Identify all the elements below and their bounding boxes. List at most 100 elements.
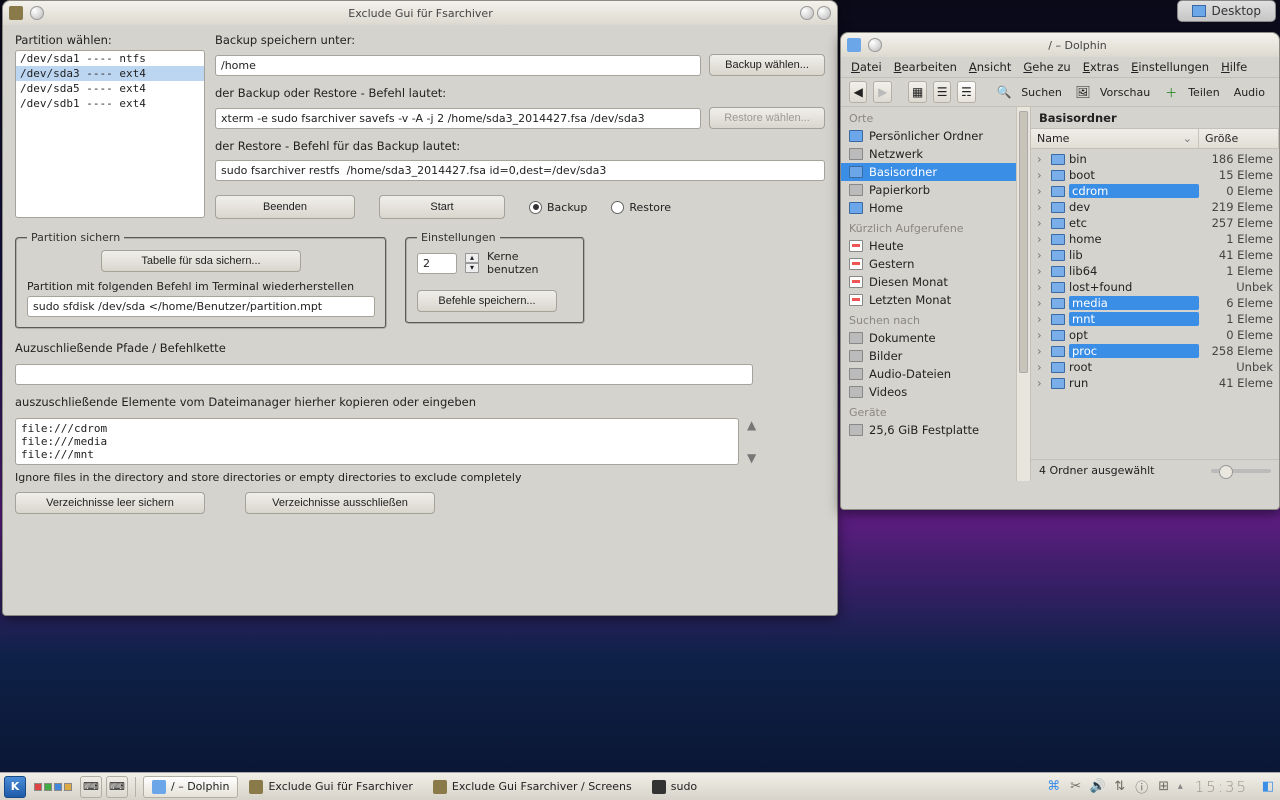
cores-stepper[interactable] (417, 253, 457, 274)
recent-item[interactable]: Diesen Monat (841, 273, 1030, 291)
menu-ansicht[interactable]: Ansicht (969, 60, 1011, 74)
recent-item[interactable]: Gestern (841, 255, 1030, 273)
place-item[interactable]: Netzwerk (841, 145, 1030, 163)
place-item[interactable]: Basisordner (841, 163, 1030, 181)
share-label[interactable]: Teilen (1188, 86, 1219, 99)
table-row[interactable]: ›opt0 Eleme (1031, 327, 1279, 343)
clipboard-icon[interactable]: ✂ (1068, 779, 1084, 795)
menu-hilfe[interactable]: Hilfe (1221, 60, 1247, 74)
table-row[interactable]: ›lib41 Eleme (1031, 247, 1279, 263)
place-item[interactable]: Papierkorb (841, 181, 1030, 199)
partition-restore-input[interactable] (27, 296, 375, 317)
save-path-input[interactable] (215, 55, 701, 76)
exclude-path-input[interactable] (15, 364, 753, 385)
search-item[interactable]: Audio-Dateien (841, 365, 1030, 383)
scroll-up-icon[interactable]: ▲ (747, 418, 756, 432)
table-row[interactable]: ›cdrom0 Eleme (1031, 183, 1279, 199)
search-item[interactable]: Dokumente (841, 329, 1030, 347)
expand-icon[interactable]: › (1037, 328, 1047, 342)
network-icon[interactable]: ⇅ (1112, 779, 1128, 795)
clock[interactable]: 15:35 (1195, 778, 1248, 796)
search-label[interactable]: Suchen (1021, 86, 1062, 99)
tray-expand-icon[interactable]: ▴ (1178, 781, 1183, 792)
partition-listbox[interactable]: /dev/sda1 ---- ntfs/dev/sda3 ---- ext4/d… (15, 50, 205, 218)
choose-backup-button[interactable]: Backup wählen... (709, 54, 825, 76)
desktop-switcher[interactable]: Desktop (1177, 0, 1277, 22)
preview-label[interactable]: Vorschau (1100, 86, 1150, 99)
volume-icon[interactable]: 🔊 (1090, 779, 1106, 795)
expand-icon[interactable]: › (1037, 152, 1047, 166)
scroll-down-icon[interactable]: ▼ (747, 451, 756, 465)
expand-icon[interactable]: › (1037, 248, 1047, 262)
partition-item[interactable]: /dev/sda3 ---- ext4 (16, 66, 204, 81)
window-menu-icon[interactable] (868, 38, 882, 52)
device-item[interactable]: 25,6 GiB Festplatte (841, 421, 1030, 439)
expand-icon[interactable]: › (1037, 280, 1047, 294)
menu-extras[interactable]: Extras (1083, 60, 1119, 74)
view-icons-button[interactable]: ▦ (908, 81, 926, 103)
save-commands-button[interactable]: Befehle speichern... (417, 290, 557, 312)
cores-spin-buttons[interactable]: ▴▾ (465, 253, 479, 273)
search-item[interactable]: Videos (841, 383, 1030, 401)
audio-label[interactable]: Audio (1234, 86, 1265, 99)
table-row[interactable]: ›rootUnbek (1031, 359, 1279, 375)
restore-radio[interactable]: Restore (611, 201, 671, 214)
preview-icon[interactable]: 🖼 (1074, 81, 1092, 103)
expand-icon[interactable]: › (1037, 184, 1047, 198)
save-table-button[interactable]: Tabelle für sda sichern... (101, 250, 301, 272)
view-details-button[interactable]: ☴ (957, 81, 975, 103)
share-icon[interactable]: ＋ (1162, 81, 1180, 103)
fsa-titlebar[interactable]: Exclude Gui für Fsarchiver (3, 1, 837, 25)
partition-item[interactable]: /dev/sdb1 ---- ext4 (16, 96, 204, 111)
expand-icon[interactable]: › (1037, 296, 1047, 310)
menu-einstellungen[interactable]: Einstellungen (1131, 60, 1209, 74)
task-button[interactable]: / – Dolphin (143, 776, 238, 798)
terminal-launcher[interactable]: ⌨ (80, 776, 102, 798)
save-empty-dirs-button[interactable]: Verzeichnisse leer sichern (15, 492, 205, 514)
path-header[interactable]: Basisordner (1031, 107, 1279, 129)
task-button[interactable]: sudo (643, 776, 706, 798)
expand-icon[interactable]: › (1037, 232, 1047, 246)
exclude-list-textarea[interactable] (15, 418, 739, 465)
show-desktop-icon[interactable]: ◧ (1260, 779, 1276, 795)
table-row[interactable]: ›bin186 Eleme (1031, 151, 1279, 167)
command-input[interactable] (215, 108, 701, 129)
table-row[interactable]: ›dev219 Eleme (1031, 199, 1279, 215)
menu-datei[interactable]: Datei (851, 60, 882, 74)
close-icon[interactable] (817, 6, 831, 20)
table-row[interactable]: ›home1 Eleme (1031, 231, 1279, 247)
partition-item[interactable]: /dev/sda5 ---- ext4 (16, 81, 204, 96)
table-row[interactable]: ›lost+foundUnbek (1031, 279, 1279, 295)
kickoff-button[interactable]: K (4, 776, 26, 798)
place-item[interactable]: Home (841, 199, 1030, 217)
expand-icon[interactable]: › (1037, 360, 1047, 374)
table-row[interactable]: ›media6 Eleme (1031, 295, 1279, 311)
device-icon[interactable]: ⊞ (1156, 779, 1172, 795)
notifications-icon[interactable]: ⓘ (1134, 779, 1150, 795)
expand-icon[interactable]: › (1037, 376, 1047, 390)
start-button[interactable]: Start (379, 195, 505, 219)
expand-icon[interactable]: › (1037, 344, 1047, 358)
minimize-icon[interactable] (800, 6, 814, 20)
bluetooth-icon[interactable]: ⌘ (1046, 779, 1062, 795)
exclude-dirs-button[interactable]: Verzeichnisse ausschließen (245, 492, 435, 514)
pager[interactable] (34, 783, 72, 791)
column-headers[interactable]: Name ⌄ Größe (1031, 129, 1279, 149)
task-button[interactable]: Exclude Gui für Fsarchiver (240, 776, 421, 798)
expand-icon[interactable]: › (1037, 168, 1047, 182)
nav-back-button[interactable]: ◀ (849, 81, 867, 103)
expand-icon[interactable]: › (1037, 200, 1047, 214)
restore-command-input[interactable] (215, 160, 825, 181)
table-row[interactable]: ›proc258 Eleme (1031, 343, 1279, 359)
table-row[interactable]: ›lib641 Eleme (1031, 263, 1279, 279)
table-row[interactable]: ›etc257 Eleme (1031, 215, 1279, 231)
menu-gehe zu[interactable]: Gehe zu (1023, 60, 1070, 74)
nav-forward-button[interactable]: ▶ (873, 81, 891, 103)
partition-item[interactable]: /dev/sda1 ---- ntfs (16, 51, 204, 66)
search-item[interactable]: Bilder (841, 347, 1030, 365)
search-icon[interactable]: 🔍 (995, 81, 1013, 103)
quit-button[interactable]: Beenden (215, 195, 355, 219)
backup-radio[interactable]: Backup (529, 201, 587, 214)
zoom-slider[interactable] (1211, 469, 1271, 473)
expand-icon[interactable]: › (1037, 216, 1047, 230)
